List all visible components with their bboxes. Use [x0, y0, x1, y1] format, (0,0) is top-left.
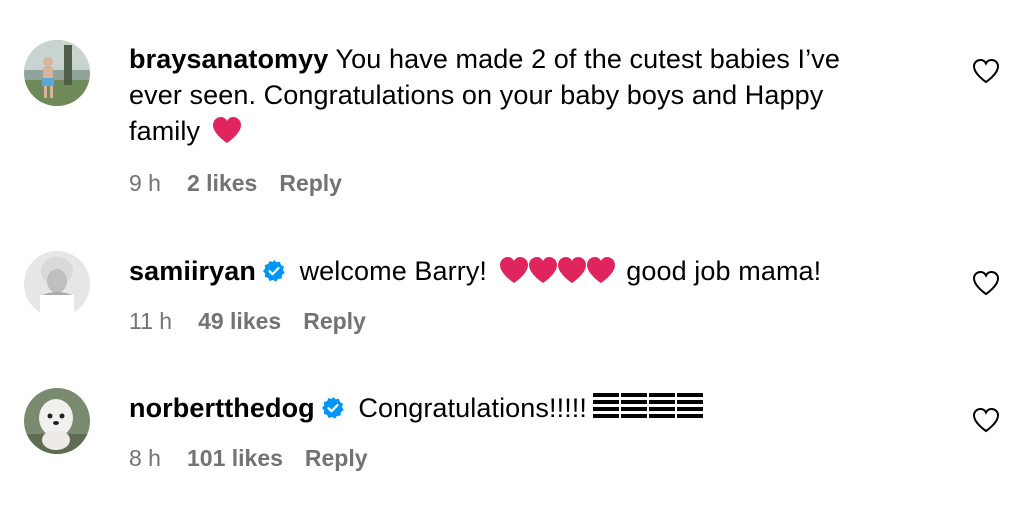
likes-count[interactable]: 49 likes — [198, 308, 281, 334]
comment-body: braysanatomyy You have made 2 of the cut… — [129, 41, 929, 196]
comment-content: good job mama! — [618, 256, 822, 286]
comment-text: braysanatomyy You have made 2 of the cut… — [129, 41, 929, 149]
comments-list: braysanatomyy You have made 2 of the cut… — [0, 0, 1024, 515]
comment-content: ever seen. Congratulations on your baby … — [129, 80, 824, 110]
timestamp: 8 h — [129, 445, 161, 471]
likes-count[interactable]: 2 likes — [187, 170, 257, 196]
reply-button[interactable]: Reply — [303, 308, 366, 334]
heart-outline-icon — [972, 270, 1000, 296]
comment-body: norbertthedog Congratulations!!!!! 8 h 10… — [129, 390, 929, 471]
comment-body: samiiryan welcome Barry! good job mama! … — [129, 253, 929, 334]
reply-button[interactable]: Reply — [305, 445, 368, 471]
verified-badge-icon — [262, 259, 286, 283]
comment-content: family — [129, 116, 201, 146]
username[interactable]: samiiryan — [129, 256, 256, 286]
timestamp: 11 h — [129, 308, 173, 334]
comment-content: You have made 2 of the cutest babies I’v… — [328, 44, 840, 74]
username[interactable]: norbertthedog — [129, 393, 315, 423]
reply-button[interactable]: Reply — [279, 170, 342, 196]
username[interactable]: braysanatomyy — [129, 44, 328, 74]
avatar[interactable] — [24, 40, 90, 106]
like-button[interactable] — [972, 58, 1000, 84]
avatar[interactable] — [24, 388, 90, 454]
comment-meta: 8 h 101 likes Reply — [129, 445, 390, 472]
comment-meta: 9 h 2 likes Reply — [129, 170, 364, 197]
comment-text: samiiryan welcome Barry! good job mama! — [129, 253, 929, 289]
comment-meta: 11 h 49 likes Reply — [129, 308, 388, 335]
striped-block-emoji — [593, 391, 705, 421]
heart-outline-icon — [972, 407, 1000, 433]
timestamp: 9 h — [129, 170, 161, 196]
red-heart-emoji — [212, 116, 242, 144]
like-button[interactable] — [972, 270, 1000, 296]
red-heart-emoji — [499, 256, 615, 284]
heart-outline-icon — [972, 58, 1000, 84]
verified-badge-icon — [321, 396, 345, 420]
likes-count[interactable]: 101 likes — [187, 445, 283, 471]
comment-content: welcome Barry! — [291, 256, 495, 286]
comment-content: Congratulations!!!!! — [350, 393, 588, 423]
like-button[interactable] — [972, 407, 1000, 433]
avatar[interactable] — [24, 251, 90, 317]
comment-text: norbertthedog Congratulations!!!!! — [129, 390, 929, 426]
